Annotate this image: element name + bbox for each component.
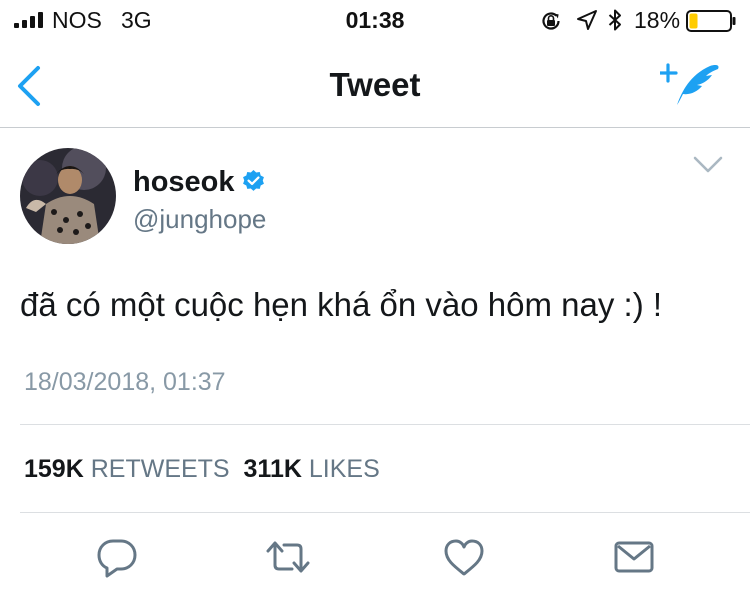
chevron-down-icon[interactable] [693,156,723,174]
tweet-text: đã có một cuộc hẹn khá ổn vào hôm nay :)… [20,286,663,323]
battery-icon [686,10,736,32]
tweet-timestamp: 18/03/2018, 01:37 [24,368,226,396]
location-arrow-icon [577,10,597,30]
nav-divider [0,127,750,128]
likes-label: LIKES [308,455,380,483]
author-handle[interactable]: @junghope [133,204,266,235]
page-title: Tweet [329,66,421,103]
bluetooth-icon [608,9,621,31]
battery-percentage: 18% [634,7,681,33]
status-bar: NOS 3G 01:38 18% [0,0,750,40]
divider [20,512,750,513]
likes-stat[interactable]: 311K LIKES [244,455,380,483]
like-icon[interactable] [440,533,488,581]
retweets-label: RETWEETS [90,455,230,483]
tweet-stats: 159K RETWEETS 311K LIKES [24,455,380,484]
retweets-count: 159K [24,455,84,483]
compose-tweet-icon[interactable] [660,59,722,109]
author-name[interactable]: hoseok [133,166,235,199]
direct-message-icon[interactable] [610,533,658,581]
divider [20,424,750,425]
avatar[interactable] [20,148,116,244]
reply-icon[interactable] [93,533,141,581]
avatar-photo-icon [20,148,116,244]
verified-badge-icon [243,170,264,191]
likes-count: 311K [243,455,302,483]
screen-lock-icon [542,12,560,30]
retweets-stat[interactable]: 159K RETWEETS [24,455,230,483]
retweet-icon[interactable] [264,533,312,581]
